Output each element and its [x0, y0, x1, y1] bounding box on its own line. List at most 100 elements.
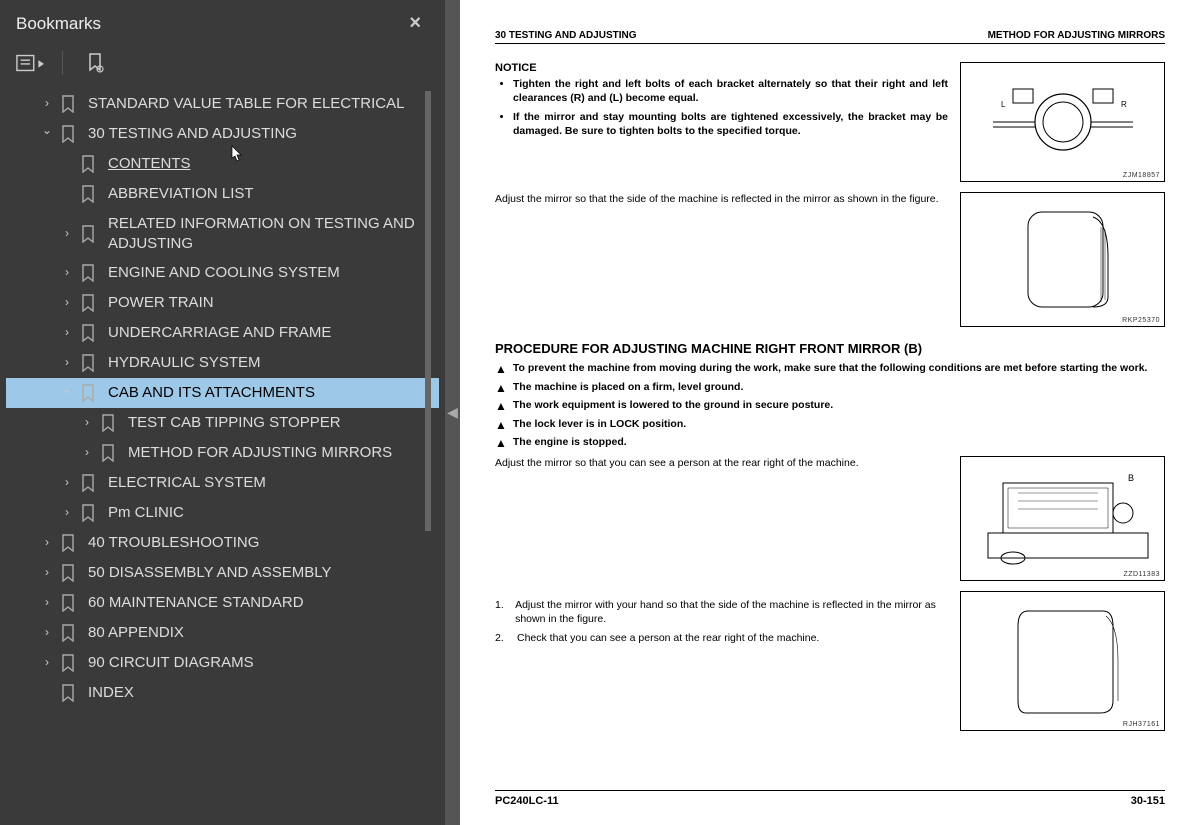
- section-title: PROCEDURE FOR ADJUSTING MACHINE RIGHT FR…: [495, 341, 1165, 356]
- bookmark-item[interactable]: › Pm CLINIC: [6, 498, 439, 528]
- divider: [62, 51, 63, 75]
- bookmark-icon: [80, 354, 98, 372]
- bookmark-item[interactable]: › 80 APPENDIX: [6, 618, 439, 648]
- bookmark-icon: [80, 155, 98, 173]
- bookmark-label: ENGINE AND COOLING SYSTEM: [108, 263, 435, 283]
- bookmark-label: METHOD FOR ADJUSTING MIRRORS: [128, 443, 435, 463]
- footer-model: PC240LC-11: [495, 795, 559, 807]
- warning-text: The engine is stopped.: [513, 436, 627, 450]
- chevron-right-icon[interactable]: ›: [40, 535, 54, 551]
- figure-id: RJH37161: [1123, 721, 1160, 728]
- bookmark-icon: [80, 294, 98, 312]
- footer-pagenum: 30-151: [1131, 795, 1165, 807]
- bookmark-item[interactable]: ⌄CAB AND ITS ATTACHMENTS: [6, 378, 439, 408]
- options-icon[interactable]: [16, 51, 44, 75]
- bookmark-label: 80 APPENDIX: [88, 623, 435, 643]
- warning-icon: ▲: [495, 381, 507, 397]
- chevron-right-icon[interactable]: ›: [80, 445, 94, 461]
- bookmark-icon: [80, 504, 98, 522]
- bookmark-item[interactable]: ›CONTENTS: [6, 149, 439, 179]
- bookmark-item[interactable]: ›RELATED INFORMATION ON TESTING AND ADJU…: [6, 209, 439, 258]
- chevron-right-icon[interactable]: ›: [40, 96, 54, 112]
- bookmark-item[interactable]: ›ABBREVIATION LIST: [6, 179, 439, 209]
- bookmark-label: UNDERCARRIAGE AND FRAME: [108, 323, 435, 343]
- panel-toolbar: [0, 45, 445, 85]
- bookmark-tree[interactable]: › STANDARD VALUE TABLE FOR ELECTRICAL ⌄30 …: [0, 85, 445, 825]
- chevron-right-icon[interactable]: ›: [60, 265, 74, 281]
- chevron-right-icon[interactable]: ›: [40, 625, 54, 641]
- close-icon[interactable]: ×: [401, 10, 429, 37]
- steps-list: 1.Adjust the mirror with your hand so th…: [495, 599, 948, 731]
- bookmark-label: Pm CLINIC: [108, 503, 435, 523]
- bookmark-icon: [80, 384, 98, 402]
- chevron-right-icon[interactable]: ›: [40, 595, 54, 611]
- bookmark-item[interactable]: › TEST CAB TIPPING STOPPER: [6, 408, 439, 438]
- chevron-right-icon[interactable]: ›: [60, 505, 74, 521]
- bookmark-label: HYDRAULIC SYSTEM: [108, 353, 435, 373]
- figure-id: ZJM18857: [1123, 172, 1160, 179]
- warning-text: The machine is placed on a firm, level g…: [513, 381, 743, 395]
- bookmark-item[interactable]: › ELECTRICAL SYSTEM: [6, 468, 439, 498]
- bookmark-item[interactable]: › STANDARD VALUE TABLE FOR ELECTRICAL: [6, 89, 439, 119]
- bookmark-item[interactable]: › 90 CIRCUIT DIAGRAMS: [6, 648, 439, 678]
- chevron-right-icon[interactable]: ›: [40, 565, 54, 581]
- header-left: 30 TESTING AND ADJUSTING: [495, 30, 637, 41]
- chevron-right-icon[interactable]: ›: [60, 295, 74, 311]
- bookmark-icon: [60, 654, 78, 672]
- bookmark-item[interactable]: ›40 TROUBLESHOOTING: [6, 528, 439, 558]
- bookmark-label: TEST CAB TIPPING STOPPER: [128, 413, 435, 433]
- svg-text:R: R: [1121, 100, 1127, 109]
- bookmark-label: 90 CIRCUIT DIAGRAMS: [88, 653, 435, 673]
- notice-title: NOTICE: [495, 62, 948, 74]
- bookmarks-panel: Bookmarks × › STANDARD VALUE TABLE FOR EL…: [0, 0, 445, 825]
- chevron-right-icon[interactable]: ›: [60, 355, 74, 371]
- bookmark-label: 60 MAINTENANCE STANDARD: [88, 593, 435, 613]
- figure-id: RKP25370: [1122, 317, 1160, 324]
- bookmark-icon: [100, 414, 118, 432]
- panel-collapse-handle[interactable]: ◀: [445, 0, 460, 825]
- notice-bullet: Tighten the right and left bolts of each…: [513, 78, 948, 105]
- chevron-right-icon[interactable]: ›: [60, 325, 74, 341]
- chevron-right-icon[interactable]: ›: [80, 415, 94, 431]
- chevron-down-icon[interactable]: ⌄: [40, 123, 54, 139]
- bookmark-label: ELECTRICAL SYSTEM: [108, 473, 435, 493]
- bookmark-item[interactable]: › ENGINE AND COOLING SYSTEM: [6, 258, 439, 288]
- warning-icon: ▲: [495, 362, 507, 378]
- bookmark-label: CONTENTS: [108, 154, 435, 174]
- bookmark-label: ABBREVIATION LIST: [108, 184, 435, 204]
- bookmark-item[interactable]: ›INDEX: [6, 678, 439, 708]
- bookmark-item[interactable]: › POWER TRAIN: [6, 288, 439, 318]
- scrollbar[interactable]: [425, 91, 431, 531]
- bookmark-item[interactable]: › UNDERCARRIAGE AND FRAME: [6, 318, 439, 348]
- bookmark-label: POWER TRAIN: [108, 293, 435, 313]
- pdf-page: 30 TESTING AND ADJUSTING METHOD FOR ADJU…: [460, 0, 1200, 825]
- chevron-down-icon[interactable]: ⌄: [60, 382, 74, 398]
- svg-text:L: L: [1001, 100, 1006, 109]
- chevron-right-icon[interactable]: ›: [60, 226, 74, 242]
- bookmark-item[interactable]: › 50 DISASSEMBLY AND ASSEMBLY: [6, 558, 439, 588]
- adjust-text: Adjust the mirror so that the side of th…: [495, 192, 948, 327]
- chevron-right-icon[interactable]: ›: [60, 475, 74, 491]
- bookmark-label: STANDARD VALUE TABLE FOR ELECTRICAL: [88, 94, 435, 114]
- bookmark-icon: [60, 534, 78, 552]
- figure-mirror-single: RKP25370: [960, 192, 1165, 327]
- notice-block: NOTICE Tighten the right and left bolts …: [495, 62, 948, 182]
- document-viewport[interactable]: 30 TESTING AND ADJUSTING METHOD FOR ADJU…: [460, 0, 1200, 825]
- bookmark-icon: [60, 564, 78, 582]
- bookmark-item[interactable]: ⌄30 TESTING AND ADJUSTING: [6, 119, 439, 149]
- step-num: 2.: [495, 632, 507, 646]
- page-running-header: 30 TESTING AND ADJUSTING METHOD FOR ADJU…: [495, 30, 1165, 44]
- svg-text:B: B: [1128, 473, 1134, 483]
- find-bookmark-icon[interactable]: [81, 51, 109, 75]
- bookmark-label: 50 DISASSEMBLY AND ASSEMBLY: [88, 563, 435, 583]
- bookmark-item[interactable]: › HYDRAULIC SYSTEM: [6, 348, 439, 378]
- bookmark-icon: [80, 474, 98, 492]
- bookmark-icon: [60, 594, 78, 612]
- panel-header: Bookmarks ×: [0, 0, 445, 45]
- bookmark-item[interactable]: › 60 MAINTENANCE STANDARD: [6, 588, 439, 618]
- bookmark-item[interactable]: › METHOD FOR ADJUSTING MIRRORS: [6, 438, 439, 468]
- chevron-right-icon[interactable]: ›: [40, 655, 54, 671]
- bookmark-label: INDEX: [88, 683, 435, 703]
- warning-icon: ▲: [495, 436, 507, 452]
- bookmark-icon: [80, 225, 98, 243]
